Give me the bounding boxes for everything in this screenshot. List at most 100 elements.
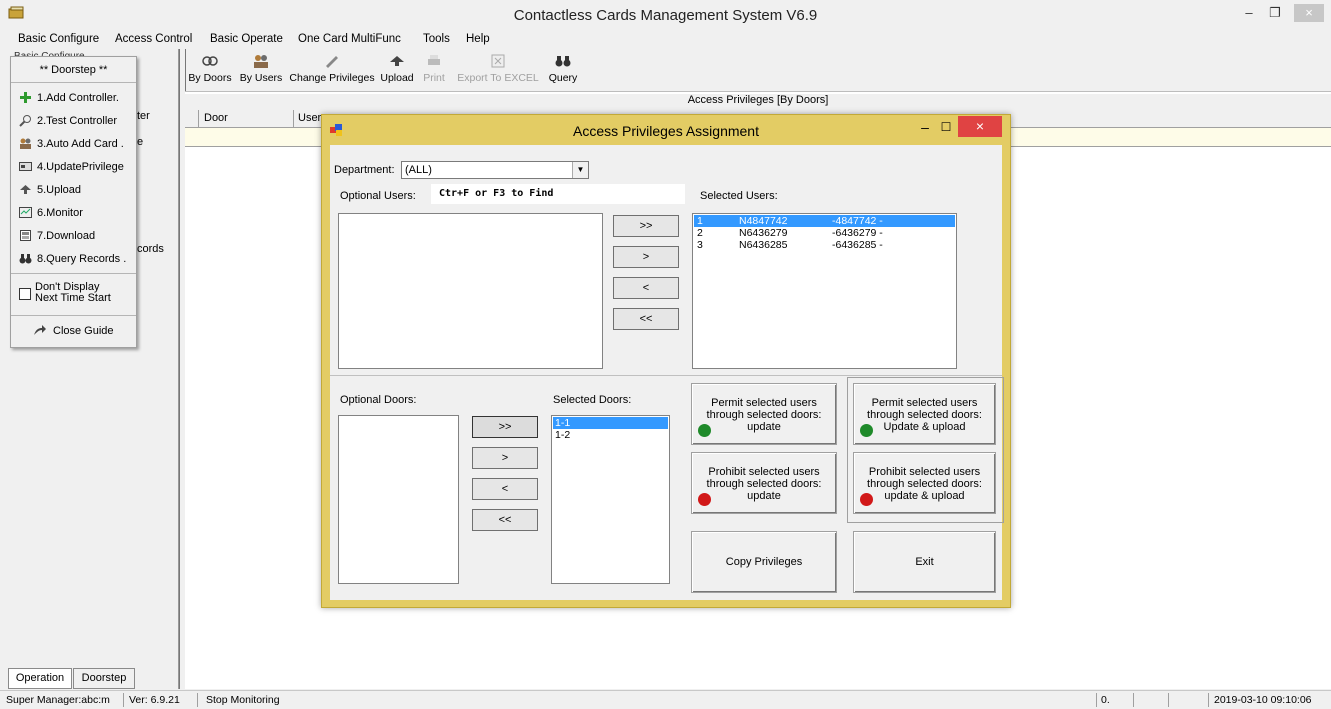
optional-users-list[interactable]: [338, 213, 603, 369]
selected-users-label: Selected Users:: [700, 190, 778, 202]
tab-doorstep[interactable]: Doorstep: [73, 668, 135, 689]
binoculars-icon: [555, 56, 571, 67]
copy-privileges-button[interactable]: Copy Privileges: [691, 531, 837, 593]
status-datetime: 2019-03-10 09:10:06: [1214, 694, 1312, 706]
close-button[interactable]: ×: [1294, 4, 1324, 22]
list-item[interactable]: 3 N6436285 -6436285 -: [694, 239, 955, 251]
export-excel-button[interactable]: Export To EXCEL: [453, 51, 543, 89]
dont-display-label: Don't Display Next Time Start: [35, 281, 111, 304]
department-select[interactable]: (ALL) ▼: [401, 161, 589, 179]
add-controller-icon: [20, 92, 31, 103]
status-monitoring: Stop Monitoring: [206, 694, 280, 706]
title-bar: Contactless Cards Management System V6.9…: [0, 0, 1331, 30]
tab-operation[interactable]: Operation: [8, 668, 72, 689]
menu-basic-operate[interactable]: Basic Operate: [210, 33, 283, 45]
guide-query-records[interactable]: 8.Query Records .: [11, 248, 136, 270]
download-icon: [20, 230, 31, 241]
exit-button[interactable]: Exit: [853, 531, 996, 593]
query-button[interactable]: Query: [545, 51, 581, 89]
remove-door-button[interactable]: <: [472, 478, 538, 500]
status-user: Super Manager:abc:m: [6, 694, 110, 706]
column-door[interactable]: Door: [204, 112, 228, 124]
list-item[interactable]: 1-2: [553, 429, 668, 441]
dialog-close-button[interactable]: ×: [958, 116, 1002, 137]
dialog-minimize-button[interactable]: –: [915, 120, 935, 136]
arrow-icon: [34, 325, 46, 335]
menu-bar: Basic Configure Access Control Basic Ope…: [0, 31, 1331, 49]
toolbar: By Doors By Users Change Privileges Uplo…: [185, 49, 1331, 92]
minimize-button[interactable]: –: [1236, 4, 1262, 22]
optional-doors-list[interactable]: [338, 415, 459, 584]
column-user[interactable]: User: [298, 112, 321, 124]
excel-icon: [491, 54, 505, 68]
dialog-maximize-button[interactable]: ☐: [936, 120, 956, 136]
tree-fragment: e: [137, 136, 144, 148]
monitor-icon: [19, 207, 32, 218]
upload-icon: [390, 56, 404, 66]
optional-users-label: Optional Users:: [340, 190, 416, 202]
window-title: Contactless Cards Management System V6.9: [513, 7, 818, 24]
permit-update-button[interactable]: Permit selected users through selected d…: [691, 383, 837, 445]
dialog-title-bar[interactable]: Access Privileges Assignment – ☐ ×: [322, 115, 1010, 145]
access-privileges-dialog: Access Privileges Assignment – ☐ × Depar…: [321, 114, 1011, 608]
doorstep-guide: ** Doorstep ** 1.Add Controller. 2.Test …: [10, 56, 137, 348]
upload-button[interactable]: Upload: [378, 51, 416, 89]
remove-all-doors-button[interactable]: <<: [472, 509, 538, 531]
tree-fragment: ter: [137, 110, 150, 122]
status-counter: 0.: [1101, 694, 1110, 706]
selected-doors-list[interactable]: 1-1 1-2: [551, 415, 670, 584]
guide-add-controller[interactable]: 1.Add Controller.: [11, 87, 136, 109]
guide-download[interactable]: 7.Download: [11, 225, 136, 247]
print-button[interactable]: Print: [419, 51, 449, 89]
by-users-button[interactable]: By Users: [237, 51, 285, 89]
department-value: (ALL): [405, 164, 432, 176]
dialog-body: Department: (ALL) ▼ Optional Users: Ctr+…: [330, 145, 1004, 600]
guide-title: ** Doorstep **: [39, 64, 108, 76]
department-label: Department:: [334, 164, 395, 176]
upload-icon: [20, 185, 31, 194]
list-item[interactable]: 1-1: [553, 417, 668, 429]
list-item[interactable]: 1 N4847742 -4847742 -: [694, 215, 955, 227]
remove-user-button[interactable]: <: [613, 277, 679, 299]
restore-button[interactable]: ❐: [1262, 4, 1288, 22]
menu-help[interactable]: Help: [466, 33, 490, 45]
menu-tools[interactable]: Tools: [423, 33, 450, 45]
prohibit-update-button[interactable]: Prohibit selected users through selected…: [691, 452, 837, 514]
prohibit-upload-button[interactable]: Prohibit selected users through selected…: [853, 452, 996, 514]
list-item[interactable]: 2 N6436279 -6436279 -: [694, 227, 955, 239]
prohibit-icon: [698, 493, 711, 506]
card-icon: [19, 162, 32, 171]
add-user-button[interactable]: >: [613, 246, 679, 268]
menu-one-card-multifunc[interactable]: One Card MultiFunc: [298, 33, 401, 45]
menu-access-control[interactable]: Access Control: [115, 33, 192, 45]
guide-update-privilege[interactable]: 4.UpdatePrivilege: [11, 156, 136, 178]
add-all-users-button[interactable]: >>: [613, 215, 679, 237]
close-guide-button[interactable]: Close Guide: [11, 320, 136, 342]
change-privileges-button[interactable]: Change Privileges: [289, 51, 375, 89]
print-icon: [428, 55, 440, 65]
menu-basic-configure[interactable]: Basic Configure: [18, 33, 99, 45]
prohibit-icon: [860, 493, 873, 506]
guide-test-controller[interactable]: 2.Test Controller: [11, 110, 136, 132]
status-bar: Super Manager:abc:m Ver: 6.9.21 Stop Mon…: [0, 690, 1331, 709]
by-doors-button[interactable]: By Doors: [187, 51, 233, 89]
selected-doors-label: Selected Doors:: [553, 394, 632, 406]
guide-auto-add-card[interactable]: 3.Auto Add Card .: [11, 133, 136, 155]
dont-display-checkbox-row[interactable]: Don't Display Next Time Start: [11, 278, 136, 310]
add-door-button[interactable]: >: [472, 447, 538, 469]
find-hint: Ctr+F or F3 to Find: [439, 188, 554, 199]
guide-monitor[interactable]: 6.Monitor: [11, 202, 136, 224]
users-icon: [254, 55, 268, 68]
permit-upload-button[interactable]: Permit selected users through selected d…: [853, 383, 996, 445]
selected-users-list[interactable]: 1 N4847742 -4847742 - 2 N6436279 -643627…: [692, 213, 957, 369]
chevron-down-icon[interactable]: ▼: [572, 162, 588, 178]
guide-upload[interactable]: 5.Upload: [11, 179, 136, 201]
remove-all-users-button[interactable]: <<: [613, 308, 679, 330]
grid-caption: Access Privileges [By Doors]: [185, 94, 1331, 111]
doors-icon: [202, 56, 218, 66]
add-all-doors-button[interactable]: >>: [472, 416, 538, 438]
test-controller-icon: [19, 115, 31, 127]
dont-display-checkbox[interactable]: [19, 288, 31, 300]
check-icon: [698, 424, 711, 437]
binoculars-icon: [19, 254, 32, 264]
